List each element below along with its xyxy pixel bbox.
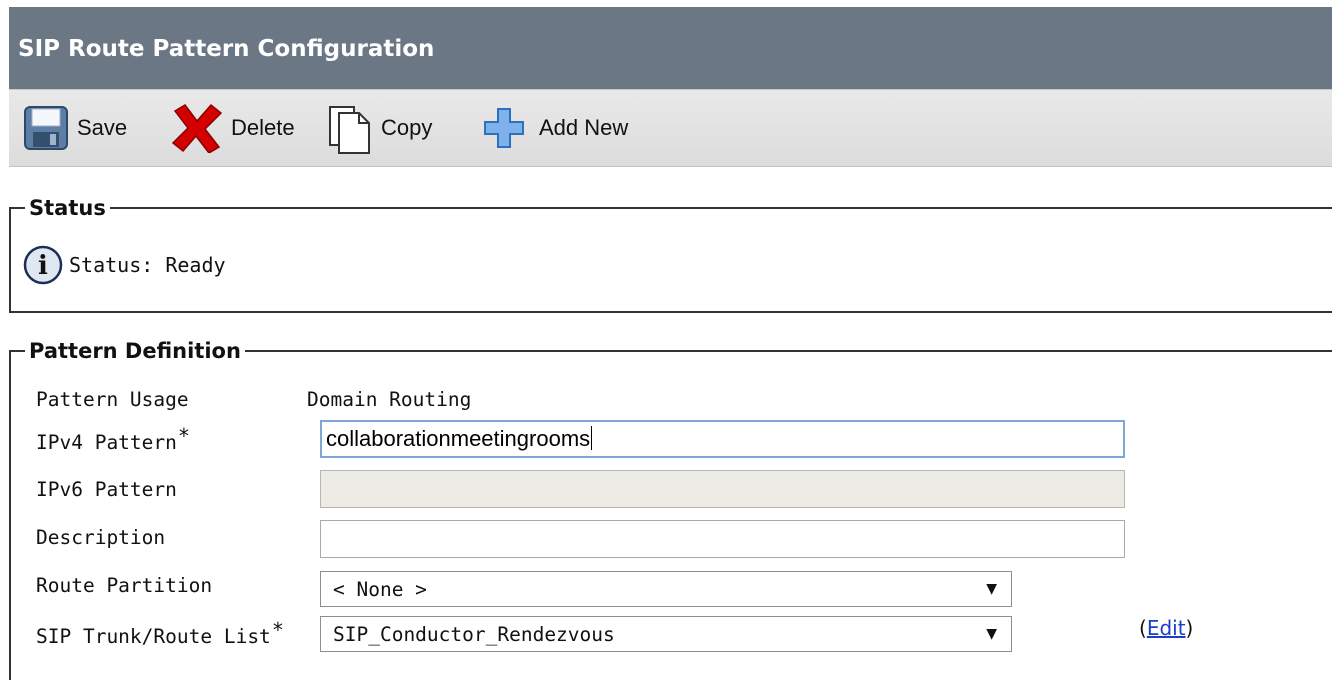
copy-button[interactable]: Copy bbox=[327, 90, 432, 166]
delete-label: Delete bbox=[231, 115, 295, 140]
text-caret bbox=[591, 426, 593, 450]
sip-trunk-value: SIP_Conductor_Rendezvous bbox=[333, 622, 615, 646]
info-icon: i bbox=[23, 245, 63, 285]
route-partition-select[interactable]: < None > ▼ bbox=[320, 571, 1012, 607]
ipv4-pattern-input[interactable]: collaborationmeetingrooms bbox=[320, 420, 1125, 458]
toolbar: Save Delete Copy Add New bbox=[9, 89, 1332, 167]
sip-trunk-label-text: SIP Trunk/Route List bbox=[36, 625, 271, 648]
delete-x-icon bbox=[171, 103, 223, 153]
edit-paren-close: ) bbox=[1185, 616, 1194, 640]
title-bar: SIP Route Pattern Configuration bbox=[9, 7, 1332, 89]
ipv4-pattern-value: collaborationmeetingrooms bbox=[326, 426, 591, 451]
add-new-button[interactable]: Add New bbox=[483, 90, 628, 166]
pattern-usage-value: Domain Routing bbox=[307, 388, 472, 411]
dropdown-arrow-icon: ▼ bbox=[986, 581, 997, 597]
edit-link[interactable]: Edit bbox=[1147, 616, 1186, 640]
description-label: Description bbox=[36, 526, 166, 549]
status-row: i Status: Ready bbox=[23, 245, 226, 285]
required-marker: * bbox=[177, 424, 190, 448]
dropdown-arrow-icon: ▼ bbox=[986, 626, 997, 642]
pattern-definition-fieldset: Pattern Definition Pattern Usage Domain … bbox=[9, 338, 1332, 680]
edit-paren-open: ( bbox=[1139, 616, 1147, 640]
save-icon bbox=[24, 106, 68, 150]
description-input[interactable] bbox=[320, 520, 1125, 558]
status-text: Status: Ready bbox=[69, 253, 226, 277]
add-new-label: Add New bbox=[539, 115, 629, 140]
plus-icon bbox=[484, 108, 524, 148]
sip-trunk-label: SIP Trunk/Route List* bbox=[36, 618, 284, 648]
ipv6-pattern-label: IPv6 Pattern bbox=[36, 478, 177, 501]
ipv4-pattern-label: IPv4 Pattern* bbox=[36, 424, 190, 454]
status-fieldset: Status i Status: Ready bbox=[9, 195, 1332, 313]
sip-trunk-select[interactable]: SIP_Conductor_Rendezvous ▼ bbox=[320, 616, 1012, 652]
delete-button[interactable]: Delete bbox=[169, 90, 295, 166]
route-partition-label: Route Partition bbox=[36, 574, 213, 597]
save-label: Save bbox=[77, 115, 128, 140]
route-partition-value: < None > bbox=[333, 577, 427, 601]
ipv4-pattern-label-text: IPv4 Pattern bbox=[36, 431, 177, 454]
svg-text:i: i bbox=[38, 251, 48, 281]
copy-label: Copy bbox=[381, 115, 433, 140]
required-marker: * bbox=[271, 618, 284, 642]
edit-link-group: (Edit) bbox=[1139, 616, 1193, 640]
copy-icon bbox=[329, 106, 370, 154]
page-title: SIP Route Pattern Configuration bbox=[18, 36, 435, 62]
ipv6-pattern-input[interactable] bbox=[320, 470, 1125, 508]
pattern-usage-label: Pattern Usage bbox=[36, 388, 189, 411]
pattern-definition-legend: Pattern Definition bbox=[25, 338, 245, 364]
status-legend: Status bbox=[25, 195, 110, 221]
save-button[interactable]: Save bbox=[23, 90, 127, 166]
